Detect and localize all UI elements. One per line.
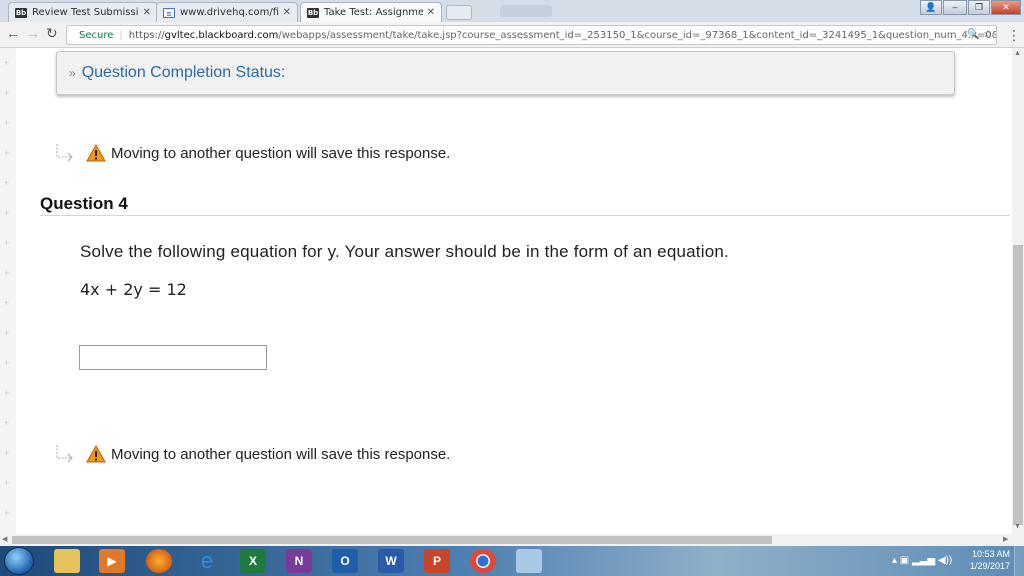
- user-profile-button[interactable]: 👤: [920, 0, 942, 15]
- warning-icon: [86, 144, 106, 162]
- powerpoint-icon[interactable]: P: [424, 549, 450, 573]
- warning-icon: [86, 445, 106, 463]
- tab-review-test-submission[interactable]: Bb Review Test Submission ✕: [8, 2, 158, 22]
- notepad-icon[interactable]: [516, 549, 542, 573]
- system-tray-icons[interactable]: ▴ ▣ ▂▃▅ ◀)): [892, 555, 952, 566]
- question-completion-status-label[interactable]: Question Completion Status:: [82, 64, 286, 82]
- file-explorer-icon[interactable]: [54, 549, 80, 573]
- url-field[interactable]: Secure | https://gvltec.blackboard.com/w…: [66, 25, 997, 45]
- excel-icon[interactable]: X: [240, 549, 266, 573]
- bookmark-star-icon[interactable]: ☆: [983, 29, 992, 40]
- secure-label: Secure: [79, 29, 114, 41]
- zoom-icon[interactable]: 🔍: [967, 29, 979, 40]
- tab-label: Review Test Submission: [32, 7, 139, 18]
- save-notice-text: Moving to another question will save thi…: [111, 445, 451, 463]
- vertical-scrollbar[interactable]: ▲ ▼: [1012, 48, 1024, 534]
- page-content: + + + + + + + + + + + + + + + + » Question Completion S…: [0, 48, 1012, 534]
- left-gutter: + + + + + + + + + + + + + + + +: [0, 48, 16, 534]
- onenote-icon[interactable]: N: [286, 549, 312, 573]
- scroll-right-arrow-icon[interactable]: ▶: [1003, 535, 1008, 543]
- reload-icon[interactable]: ↻: [46, 25, 58, 42]
- close-window-button[interactable]: ✕: [991, 0, 1021, 15]
- save-notice-bottom: Moving to another question will save thi…: [54, 443, 450, 465]
- minimize-window-button[interactable]: –: [943, 0, 967, 15]
- question-divider: [40, 215, 1010, 216]
- internet-explorer-icon[interactable]: e: [194, 548, 220, 573]
- question-title: Question 4: [40, 194, 128, 213]
- scroll-left-arrow-icon[interactable]: ◀: [2, 535, 7, 543]
- scroll-down-arrow-icon[interactable]: ▼: [1014, 523, 1021, 530]
- url-path: /webapps/assessment/take/take.jsp?course…: [278, 29, 997, 41]
- tab-drivehq[interactable]: ≡ www.drivehq.com/file/dl ✕: [156, 2, 298, 22]
- start-button[interactable]: [4, 547, 34, 575]
- firefox-icon[interactable]: [146, 549, 172, 573]
- address-bar-row: ← → ↻ Secure | https://gvltec.blackboard…: [0, 22, 1024, 48]
- blackboard-favicon-icon: Bb: [15, 7, 27, 18]
- clock[interactable]: 10:53 AM 1/29/2017: [970, 548, 1010, 572]
- close-tab-icon[interactable]: ✕: [283, 7, 291, 18]
- tab-label: Take Test: Assignment 3: [324, 7, 423, 18]
- double-chevron-down-icon: »: [69, 66, 76, 80]
- tab-take-test[interactable]: Bb Take Test: Assignment 3 ✕: [300, 2, 442, 22]
- blackboard-favicon-icon: Bb: [307, 7, 319, 18]
- save-notice-text: Moving to another question will save thi…: [111, 144, 451, 162]
- maximize-window-button[interactable]: ❐: [968, 0, 990, 15]
- return-arrow-icon: [56, 144, 73, 162]
- document-favicon-icon: ≡: [163, 7, 175, 18]
- save-notice-top: Moving to another question will save thi…: [54, 142, 450, 164]
- return-arrow-icon: [56, 445, 73, 463]
- url-host: gvltec.blackboard.com: [164, 29, 279, 41]
- close-tab-icon[interactable]: ✕: [427, 7, 435, 18]
- url-actions: 🔍 ☆: [967, 29, 992, 40]
- clock-time: 10:53 AM: [971, 549, 1010, 559]
- windows-taskbar: ▶ e X N O W P ▴ ▣ ▂▃▅ ◀)) 10:53 AM 1/29/…: [0, 546, 1024, 576]
- media-player-icon[interactable]: ▶: [99, 549, 125, 573]
- vertical-scroll-thumb[interactable]: [1013, 245, 1023, 525]
- outlook-icon[interactable]: O: [332, 549, 358, 573]
- browser-menu-icon[interactable]: ⋮: [1007, 27, 1021, 44]
- scroll-up-arrow-icon[interactable]: ▲: [1014, 50, 1021, 57]
- url-separator: |: [119, 29, 123, 41]
- tab-label: www.drivehq.com/file/dl: [180, 7, 279, 18]
- horizontal-scrollbar[interactable]: ◀ ▶: [0, 534, 1024, 546]
- chrome-icon[interactable]: [470, 549, 496, 573]
- clock-date: 1/29/2017: [969, 561, 1010, 571]
- back-arrow-icon[interactable]: ←: [6, 25, 20, 41]
- word-icon[interactable]: W: [378, 549, 404, 573]
- url-scheme: https://: [128, 29, 165, 41]
- close-tab-icon[interactable]: ✕: [143, 7, 151, 18]
- question-completion-status-panel[interactable]: » Question Completion Status:: [56, 51, 955, 95]
- new-tab-button[interactable]: [446, 5, 472, 20]
- tab-drag-placeholder: [500, 5, 552, 17]
- forward-arrow-icon[interactable]: →: [26, 25, 40, 41]
- question-prompt: Solve the following equation for y. Your…: [80, 242, 729, 261]
- horizontal-scroll-thumb[interactable]: [12, 536, 772, 544]
- answer-input[interactable]: [79, 345, 267, 370]
- question-equation: 4x + 2y = 12: [80, 280, 187, 299]
- show-desktop-button[interactable]: [1014, 546, 1024, 576]
- browser-tab-strip: Bb Review Test Submission ✕ ≡ www.driveh…: [0, 0, 1024, 22]
